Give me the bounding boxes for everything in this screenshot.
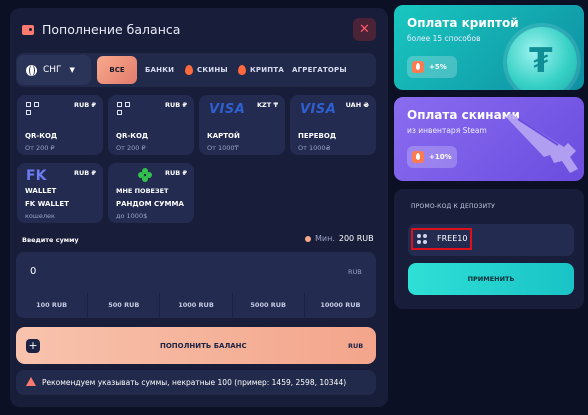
method-min: От 200 ₽ [116,144,146,152]
method-name: FK WALLET [25,200,69,208]
method-min: до 1000$ [116,212,148,220]
method-currency: RUB ₽ [164,169,187,177]
notice-text: Рекомендуем указывать суммы, некратные 1… [42,378,347,387]
clover-icon [138,168,152,182]
tab-aggregators[interactable]: АГРЕГАТОРЫ [292,56,347,84]
rifle-icon [506,113,578,173]
region-select[interactable]: СНГ ▼ [17,55,91,85]
min-amount: Мин. 200 RUB [305,234,374,243]
preset-button[interactable]: 10000 RUB [305,293,376,318]
crypto-promo-subtitle: более 15 способов [407,34,481,43]
fire-icon [185,65,193,75]
qr-icon [26,102,39,115]
skins-bonus-badge: +10% [407,146,457,168]
tab-skins[interactable]: СКИНЫ [185,56,228,84]
method-name: КАРТОЙ [207,132,240,140]
promo-code-value[interactable]: FREE10 [437,234,467,243]
preset-button[interactable]: 5000 RUB [233,293,305,318]
crypto-bonus-value: +5% [429,63,447,71]
method-min: От 1000₸ [207,144,239,152]
crypto-promo-card[interactable]: Оплата криптой более 15 способов +5% ₮ [394,5,584,90]
dialog-title: Пополнение баланса [22,22,180,37]
method-card-fk-wallet[interactable]: FK RUB ₽ WALLET FK WALLET кошелек [17,163,103,223]
skins-bonus-value: +10% [429,153,452,161]
region-value: СНГ [43,65,62,75]
preset-button[interactable]: 100 RUB [16,293,89,318]
globe-icon [26,64,37,76]
tab-skins-label: СКИНЫ [197,66,228,74]
preset-button[interactable]: 500 RUB [88,293,161,318]
skins-promo-subtitle: из инвентаря Steam [407,126,487,135]
method-card-visa-kzt[interactable]: VISA KZT ₸ КАРТОЙ От 1000₸ [199,95,285,155]
method-card-visa-uah[interactable]: VISA UAH ₴ ПЕРЕВОД От 1000₴ [290,95,376,155]
method-currency: RUB ₽ [73,169,96,177]
tab-crypto-label: КРИПТА [250,66,284,74]
skins-promo-card[interactable]: Оплата скинами из инвентаря Steam +10% [394,97,584,181]
method-card-qr-2[interactable]: RUB ₽ QR-КОД От 200 ₽ [108,95,194,155]
fire-icon [412,151,424,163]
method-min: От 1000₴ [298,144,331,152]
visa-logo: VISA [209,102,246,117]
min-value: 200 RUB [338,234,374,243]
tab-banks-label: БАНКИ [145,66,175,74]
fire-icon [412,61,424,73]
tab-crypto[interactable]: КРИПТА [238,56,284,84]
method-name: РАНДОМ СУММА [116,200,184,208]
tab-all[interactable]: ВСЕ [97,56,137,84]
amount-label-text: Введите сумму [22,236,79,244]
preset-row: 100 RUB 500 RUB 1000 RUB 5000 RUB 10000 … [16,293,376,318]
fk-logo: FK [26,168,47,184]
method-currency: RUB ₽ [164,101,187,109]
method-currency: RUB ₽ [73,101,96,109]
method-name-top: WALLET [25,187,57,195]
method-name: ПЕРЕВОД [298,132,337,140]
visa-logo: VISA [300,102,337,117]
amount-label: Введите сумму [22,236,79,244]
tab-aggregators-label: АГРЕГАТОРЫ [292,66,347,74]
tab-banks[interactable]: БАНКИ [145,56,174,84]
wallet-icon [22,24,34,35]
amount-input[interactable]: 0 [30,266,36,277]
apply-button[interactable]: ПРИМЕНИТЬ [408,263,574,295]
method-name: QR-КОД [116,132,149,140]
min-prefix: Мин. [315,234,335,243]
dialog-title-text: Пополнение баланса [42,22,181,37]
qr-icon [117,102,130,115]
tether-coin-icon: ₮ [507,27,577,90]
method-card-qr[interactable]: RUB ₽ QR-КОД От 200 ₽ [17,95,103,155]
promo-code-label: ПРОМО-КОД К ДЕПОЗИТУ [411,203,496,210]
close-button[interactable]: ✕ [353,18,376,41]
skins-promo-title: Оплата скинами [407,108,520,122]
method-currency: UAH ₴ [345,101,369,109]
method-min: От 200 ₽ [25,144,55,152]
deposit-button-currency: RUB [348,342,364,350]
warning-icon [26,377,36,386]
method-min: кошелек [25,212,55,220]
method-name-top: МНЕ ПОВЕЗЕТ [116,187,169,195]
amount-currency: RUB [348,268,362,276]
close-icon: ✕ [359,22,370,37]
fire-icon [238,65,246,75]
plus-icon: + [26,339,40,353]
preset-button[interactable]: 1000 RUB [160,293,233,318]
crypto-promo-title: Оплата криптой [407,16,519,30]
info-dot-icon [305,235,311,242]
promo-ticket-icon [417,234,428,245]
method-card-random[interactable]: RUB ₽ МНЕ ПОВЕЗЕТ РАНДОМ СУММА до 1000$ [108,163,194,223]
method-name: QR-КОД [25,132,58,140]
deposit-button-label: ПОПОЛНИТЬ БАЛАНС [160,342,247,350]
method-currency: KZT ₸ [257,101,278,109]
chevron-down-icon: ▼ [69,66,75,74]
crypto-bonus-badge: +5% [407,56,457,78]
